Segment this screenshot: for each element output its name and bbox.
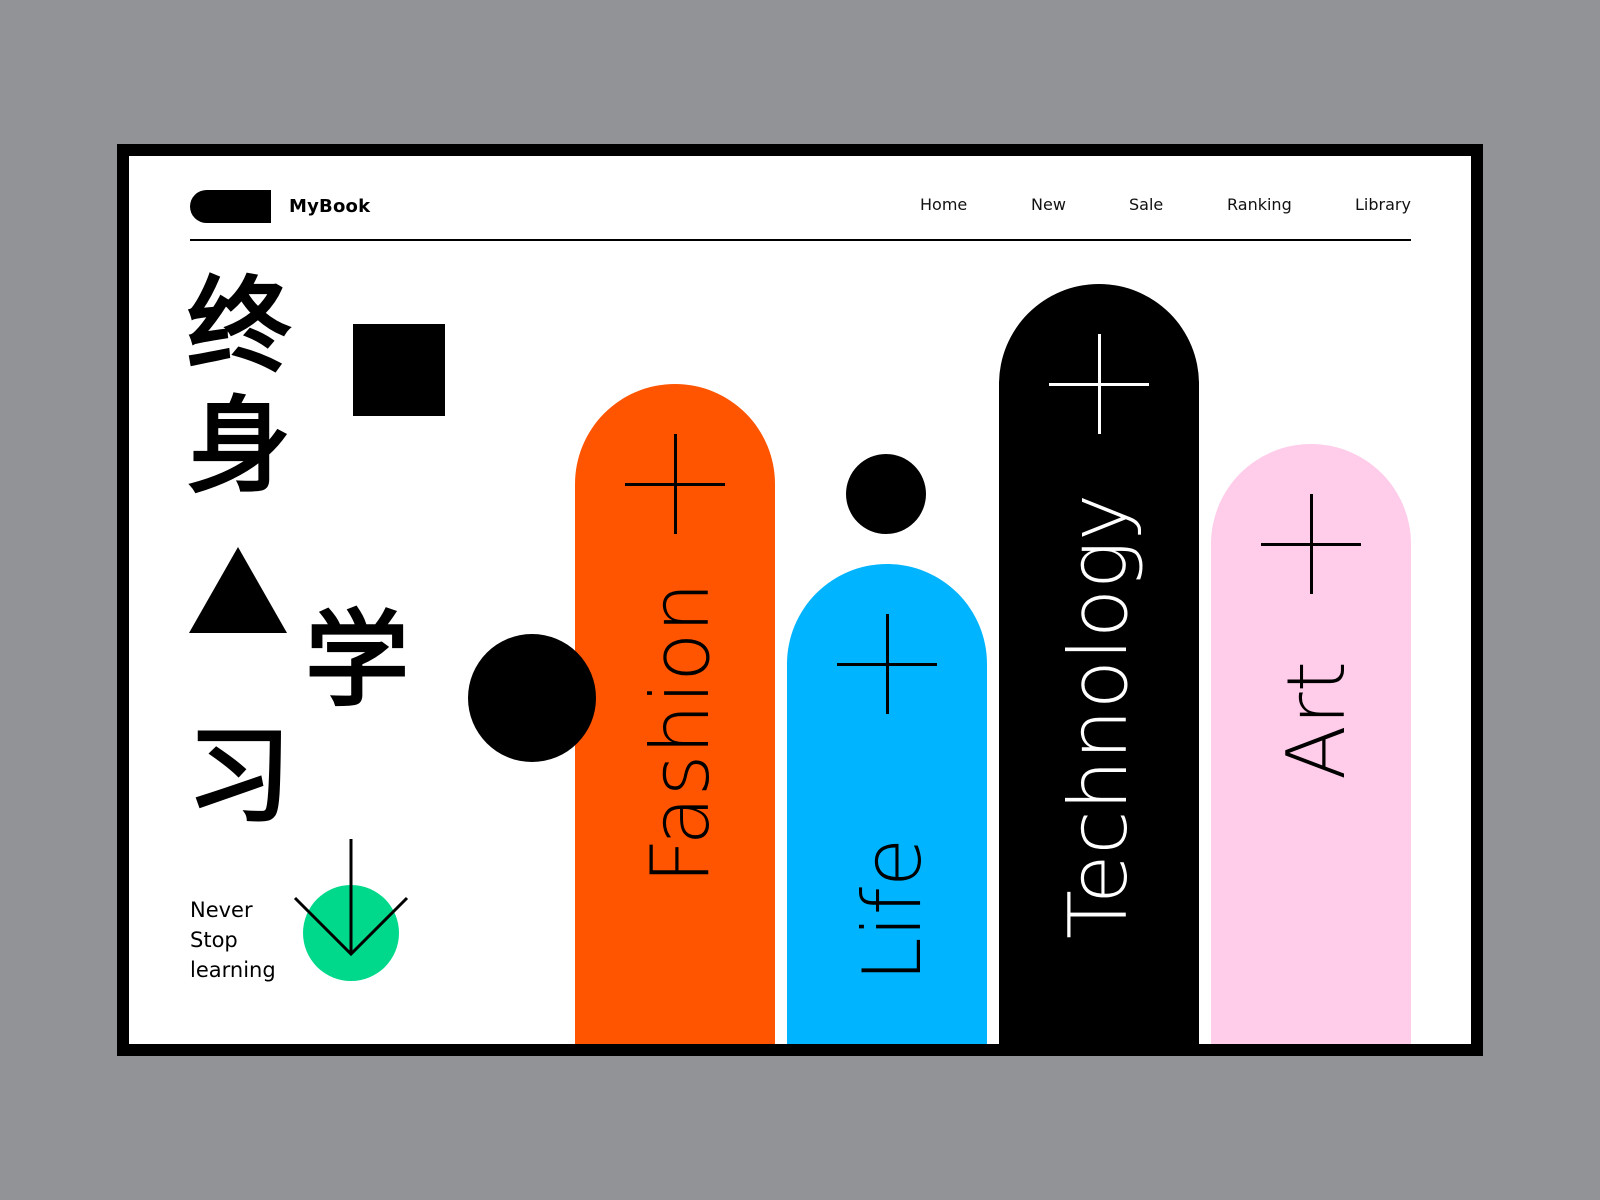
category-label: Fashion [634,582,727,884]
hero-char-3: 学 [305,599,410,721]
square-shape [353,324,445,416]
nav-new[interactable]: New [1031,195,1066,214]
logo-icon[interactable] [190,190,271,223]
category-fashion[interactable]: Fashion [575,384,775,1044]
tagline-line-2: Stop [190,928,238,952]
arrow-down-icon[interactable] [293,839,409,964]
header-divider [190,239,1411,241]
nav-library[interactable]: Library [1355,195,1411,214]
category-art[interactable]: Art [1211,444,1411,1044]
tagline-line-1: Never [190,898,253,922]
page-frame: MyBook Home New Sale Ranking Library 终 身… [117,144,1483,1056]
nav-sale[interactable]: Sale [1129,195,1163,214]
plus-icon[interactable] [1049,334,1149,434]
plus-icon[interactable] [1261,494,1361,594]
page-canvas: MyBook Home New Sale Ranking Library 终 身… [129,156,1471,1044]
triangle-shape [189,547,287,633]
brand-name[interactable]: MyBook [289,196,370,217]
tagline: Never Stop learning [190,895,276,985]
category-life[interactable]: Life [787,564,987,1044]
plus-icon[interactable] [625,434,725,534]
category-label: Life [846,837,939,982]
tagline-line-3: learning [190,958,276,982]
category-label: Art [1270,661,1363,780]
category-technology[interactable]: Technology [999,284,1199,1044]
hero-char-4: 习 [187,715,292,837]
category-label: Technology [1052,493,1145,939]
plus-icon[interactable] [837,614,937,714]
nav-home[interactable]: Home [920,195,967,214]
circle-shape [468,634,596,762]
nav-ranking[interactable]: Ranking [1227,195,1292,214]
circle-shape-small [846,454,926,534]
hero-char-1: 终 [187,265,292,387]
hero-char-2: 身 [187,385,292,507]
